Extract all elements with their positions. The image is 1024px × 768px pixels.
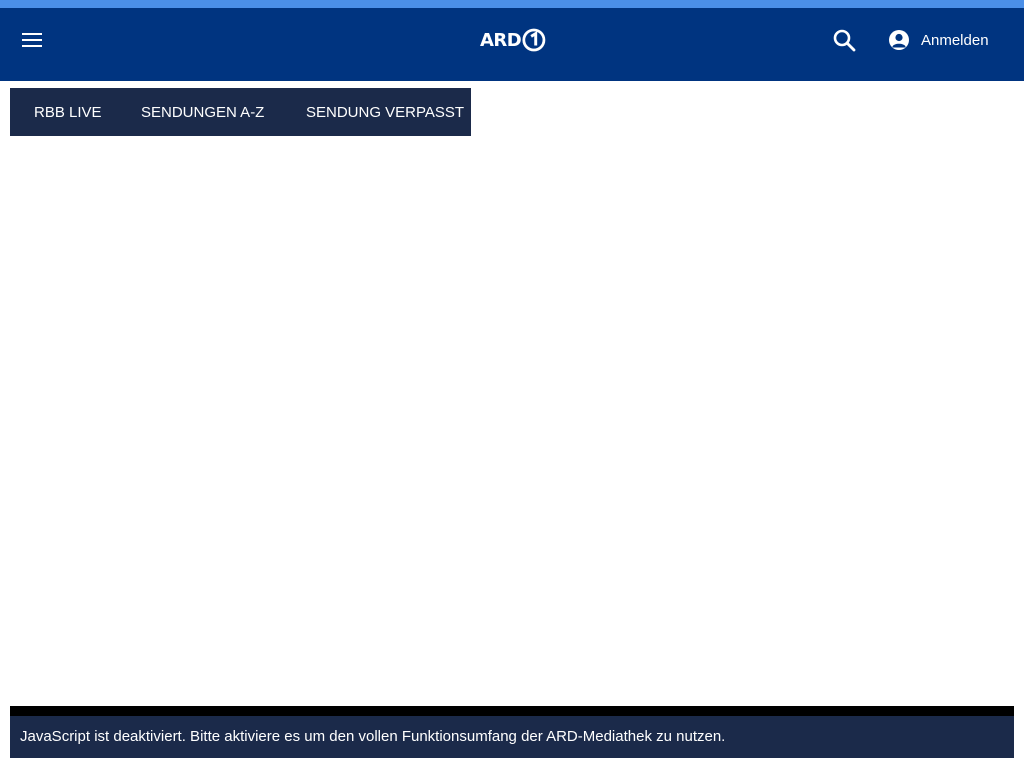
ard-one-badge-icon: [522, 28, 546, 52]
top-accent-strip: [0, 0, 1024, 8]
notice-text: JavaScript ist deaktiviert. Bitte aktivi…: [20, 728, 726, 745]
login-label: Anmelden: [921, 31, 989, 49]
ard-logo[interactable]: ARD: [480, 24, 546, 56]
site-header: ARD Anmelden: [0, 8, 1024, 81]
subnav-item-rbb-live[interactable]: RBB LIVE: [34, 104, 102, 121]
user-avatar-icon: [889, 30, 909, 50]
subnav-item-sendung-verpasst[interactable]: SENDUNG VERPASST: [306, 104, 464, 121]
search-icon: [833, 29, 856, 52]
search-button[interactable]: [830, 26, 858, 54]
hamburger-menu-icon: [22, 33, 42, 47]
subnav-item-sendungen-a-z[interactable]: SENDUNGEN A-Z: [141, 104, 264, 121]
notice-top-bar: [10, 706, 1014, 716]
login-button[interactable]: Anmelden: [888, 26, 989, 54]
sub-navigation: RBB LIVE SENDUNGEN A-Z SENDUNG VERPASST: [10, 88, 471, 136]
menu-button[interactable]: [18, 26, 46, 54]
logo-text: ARD: [480, 29, 522, 51]
javascript-notice: JavaScript ist deaktiviert. Bitte aktivi…: [10, 706, 1014, 758]
